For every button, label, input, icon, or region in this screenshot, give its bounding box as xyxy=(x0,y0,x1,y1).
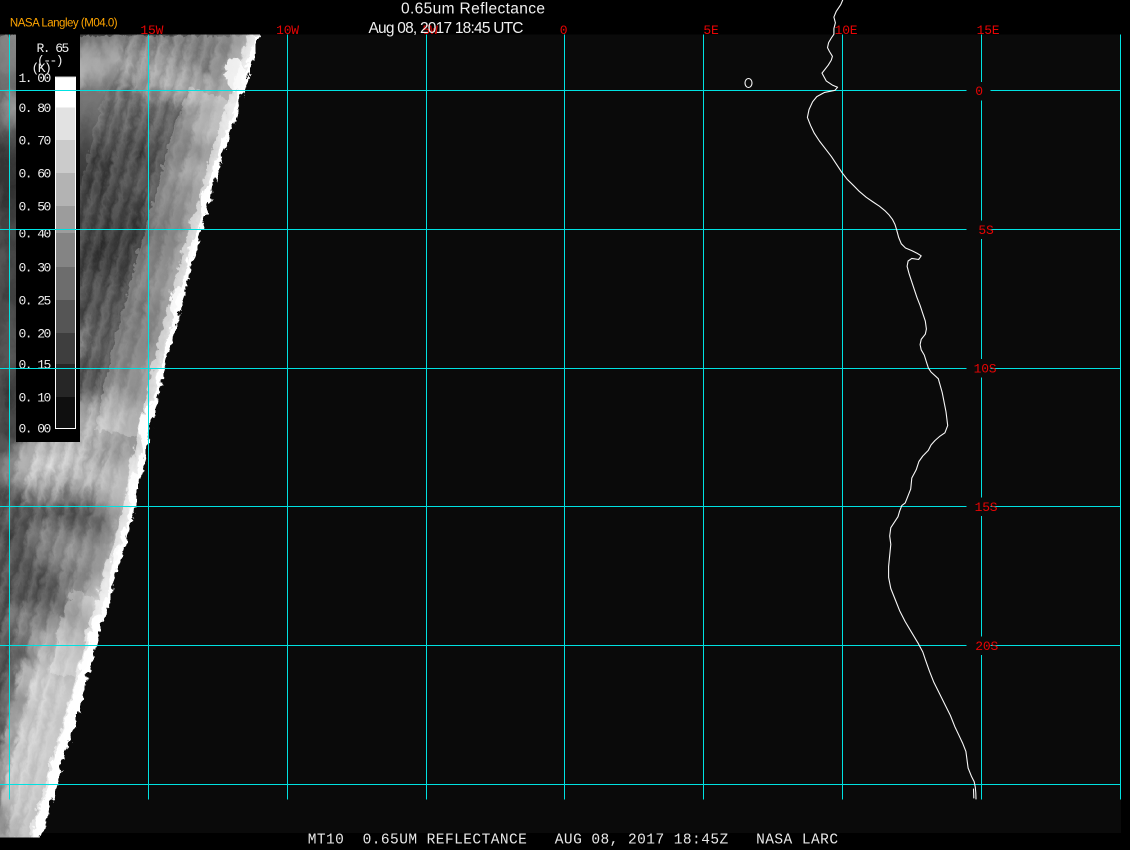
svg-text:10S: 10S xyxy=(974,362,997,377)
svg-text:0. 15: 0. 15 xyxy=(19,358,51,373)
svg-text:0: 0 xyxy=(560,23,568,38)
svg-text:NASA Langley (M04.0): NASA Langley (M04.0) xyxy=(10,17,118,29)
svg-text:0. 60: 0. 60 xyxy=(19,167,51,182)
svg-text:15E: 15E xyxy=(977,23,1000,38)
svg-text:0. 30: 0. 30 xyxy=(19,261,51,276)
svg-text:0. 20: 0. 20 xyxy=(19,327,51,342)
svg-text:15W: 15W xyxy=(140,23,163,38)
svg-text:10E: 10E xyxy=(835,23,858,38)
svg-text:0. 80: 0. 80 xyxy=(19,101,51,116)
svg-text:0: 0 xyxy=(975,84,983,99)
svg-text:MT10 0.65UM REFLECTANCE AUG: MT10 0.65UM REFLECTANCE AUG 08, 2017 18:… xyxy=(308,832,839,848)
svg-text:5E: 5E xyxy=(703,23,719,38)
svg-text:0. 10: 0. 10 xyxy=(19,391,51,406)
svg-text:0. 25: 0. 25 xyxy=(19,294,51,309)
svg-text:0. 70: 0. 70 xyxy=(19,134,51,149)
svg-text:Aug 08, 2017 18:45 UTC: Aug 08, 2017 18:45 UTC xyxy=(369,20,524,37)
svg-text:1. 00: 1. 00 xyxy=(19,71,51,86)
svg-text:0.65um Reflectance: 0.65um Reflectance xyxy=(401,1,545,18)
svg-text:0. 40: 0. 40 xyxy=(19,227,51,242)
svg-text:5S: 5S xyxy=(978,223,994,238)
svg-text:0. 00: 0. 00 xyxy=(19,422,51,437)
svg-text:20S: 20S xyxy=(975,639,998,654)
svg-text:15S: 15S xyxy=(975,500,998,515)
svg-text:0. 50: 0. 50 xyxy=(19,200,51,215)
svg-text:10W: 10W xyxy=(276,23,299,38)
